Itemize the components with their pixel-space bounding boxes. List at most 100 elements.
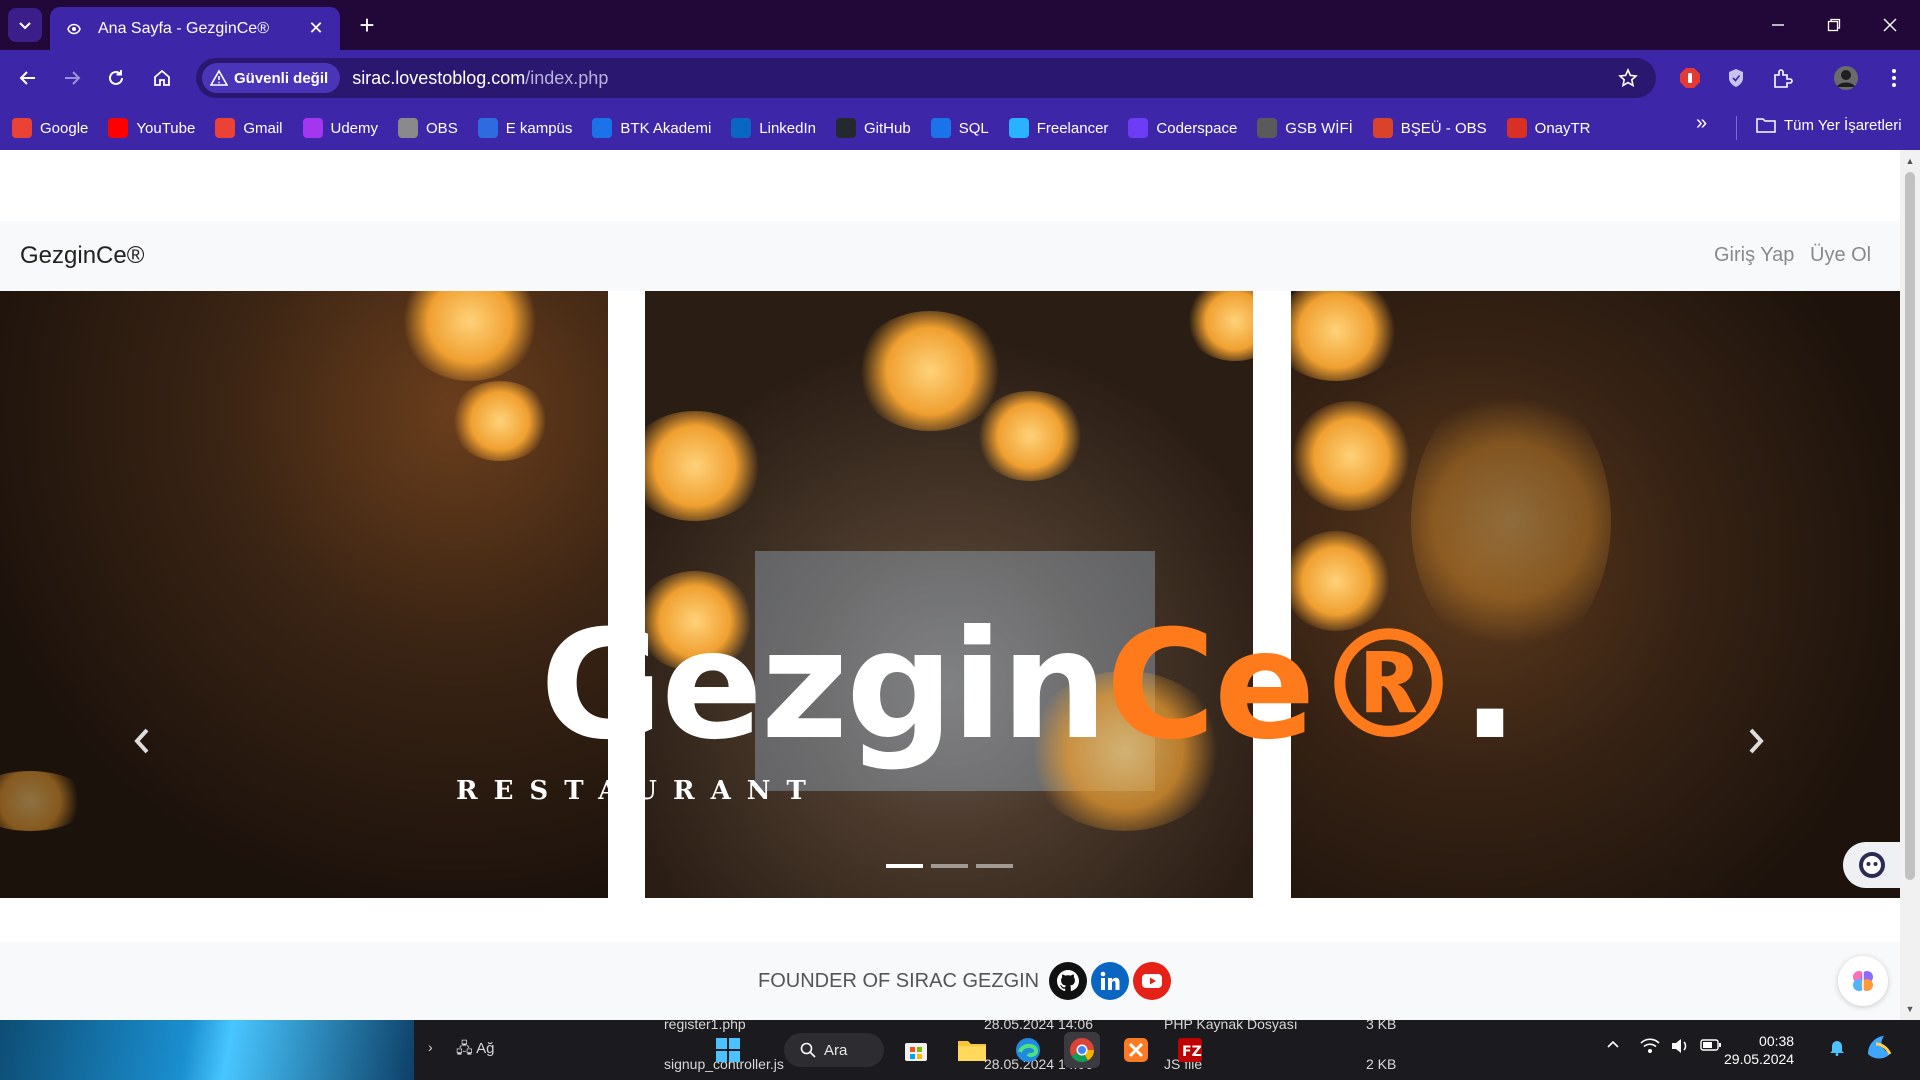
shield-extension-icon[interactable] <box>1722 64 1750 92</box>
bookmark-ekampus[interactable]: E kampüs <box>477 118 573 138</box>
freelancer-icon <box>1008 118 1029 138</box>
youtube-icon[interactable] <box>1133 962 1172 1000</box>
battery-icon[interactable] <box>1700 1038 1722 1056</box>
bookmark-gsb[interactable]: GSB WİFİ <box>1257 118 1353 138</box>
file-date-1: 28.05.2024 14:06 <box>984 1016 1093 1032</box>
bookmark-onaytr[interactable]: OnayTR <box>1506 118 1591 138</box>
xampp-icon[interactable] <box>1118 1032 1154 1068</box>
bookmark-label: E kampüs <box>505 119 573 137</box>
linkedin-icon[interactable] <box>1091 962 1130 1000</box>
filezilla-icon[interactable]: FZ <box>1172 1032 1208 1068</box>
chevron-left-icon <box>134 728 149 754</box>
bookmark-label: Udemy <box>330 119 379 137</box>
bookmark-label: BŞEÜ - OBS <box>1400 119 1487 137</box>
file-explorer-icon[interactable] <box>954 1032 990 1068</box>
url-path: /index.php <box>525 67 609 88</box>
tray-chevron-icon[interactable] <box>1606 1038 1620 1056</box>
bookmark-linkedin[interactable]: LinkedIn <box>731 118 816 138</box>
github-icon[interactable] <box>1049 962 1088 1000</box>
signup-link[interactable]: Üye Ol <box>1810 244 1871 267</box>
security-chip[interactable]: Güvenli değil <box>202 63 341 93</box>
bookmark-youtube[interactable]: YouTube <box>108 118 195 138</box>
forward-button[interactable] <box>54 60 90 96</box>
more-bookmarks-icon[interactable]: » <box>1696 112 1707 135</box>
close-tab-icon[interactable]: ✕ <box>306 18 326 39</box>
bookmark-label: Gmail <box>243 119 283 137</box>
extensions-puzzle-icon[interactable] <box>1768 64 1796 92</box>
carousel-next-button[interactable] <box>1736 721 1776 761</box>
scroll-up-icon[interactable]: ▲ <box>1905 156 1915 166</box>
menu-kebab-icon[interactable] <box>1880 64 1908 92</box>
hero-subtitle: RESTAURANT <box>456 776 822 806</box>
url-host: sirac.lovestoblog.com <box>352 67 526 88</box>
chat-assistant-button[interactable] <box>1843 842 1901 888</box>
bot-icon <box>1859 852 1885 878</box>
bookmark-sql[interactable]: SQL <box>930 118 989 138</box>
store-icon[interactable] <box>898 1032 934 1068</box>
login-link[interactable]: Giriş Yap <box>1714 244 1794 267</box>
site-navbar: GezginCe® Giriş Yap Üye Ol <box>0 221 1900 291</box>
scroll-down-icon[interactable]: ▼ <box>1905 1004 1915 1014</box>
bookmark-label: Coderspace <box>1156 119 1238 137</box>
site-brand[interactable]: GezginCe® <box>20 242 144 270</box>
carousel-indicator[interactable] <box>931 864 968 868</box>
address-bar[interactable]: Güvenli değil sirac.lovestoblog.com/inde… <box>196 58 1656 98</box>
arrow-left-icon <box>19 71 35 85</box>
start-button[interactable] <box>710 1032 746 1068</box>
youtube-icon <box>108 118 129 138</box>
browser-toolbar: Güvenli değil sirac.lovestoblog.com/inde… <box>0 50 1920 106</box>
system-clock[interactable]: 00:38 29.05.2024 <box>1724 1032 1794 1068</box>
restore-button[interactable] <box>1814 8 1854 42</box>
bookmark-github[interactable]: GitHub <box>836 118 911 138</box>
bookmark-btk[interactable]: BTK Akademi <box>592 118 711 138</box>
folder-icon <box>1756 118 1776 133</box>
new-tab-button[interactable]: + <box>352 10 382 40</box>
brain-icon <box>1853 971 1873 991</box>
bookmark-bseu[interactable]: BŞEÜ - OBS <box>1372 118 1487 138</box>
windows-taskbar: › 🖧 Ağ register1.php 28.05.2024 14:06 PH… <box>0 1016 1920 1080</box>
bookmark-coderspace[interactable]: Coderspace <box>1128 118 1237 138</box>
home-button[interactable] <box>144 60 180 96</box>
close-window-button[interactable] <box>1870 8 1910 42</box>
notification-bell-icon[interactable] <box>1828 1038 1846 1060</box>
bookmark-google[interactable]: Google <box>12 118 88 138</box>
tab-search-button[interactable] <box>8 8 42 42</box>
adblock-extension-icon[interactable] <box>1676 64 1704 92</box>
active-tab[interactable]: Ana Sayfa - GezginCe® ✕ <box>50 7 340 50</box>
warning-icon <box>210 69 228 86</box>
copilot-icon[interactable] <box>1864 1032 1894 1066</box>
url-text[interactable]: sirac.lovestoblog.com/index.php <box>352 68 608 89</box>
udemy-icon <box>302 118 323 138</box>
linkedin-icon <box>731 118 752 138</box>
reload-button[interactable] <box>98 60 134 96</box>
minimize-button[interactable] <box>1758 8 1798 42</box>
site-favicon-icon <box>64 19 84 39</box>
chrome-icon[interactable] <box>1064 1032 1100 1068</box>
ai-brain-button[interactable] <box>1838 956 1888 1006</box>
carousel-prev-button[interactable] <box>122 721 162 761</box>
file-name-1[interactable]: register1.php <box>664 1016 746 1032</box>
back-button[interactable] <box>10 60 46 96</box>
bookmark-freelancer[interactable]: Freelancer <box>1008 118 1108 138</box>
bookmark-star-icon[interactable] <box>1614 64 1642 92</box>
bookmark-globe[interactable]: OBS <box>398 118 458 138</box>
all-bookmarks-label: Tüm Yer İşaretleri <box>1784 116 1902 134</box>
bookmark-label: GSB WİFİ <box>1285 119 1353 137</box>
carousel-image-right <box>1291 291 1900 898</box>
all-bookmarks-button[interactable]: Tüm Yer İşaretleri <box>1756 116 1902 134</box>
network-node[interactable]: 🖧 Ağ <box>456 1038 494 1063</box>
bookmark-udemy[interactable]: Udemy <box>302 118 379 138</box>
carousel-indicator[interactable] <box>976 864 1013 868</box>
bookmark-gmail[interactable]: Gmail <box>215 118 283 138</box>
volume-icon[interactable] <box>1670 1038 1690 1058</box>
expand-chevron-icon[interactable]: › <box>428 1039 433 1055</box>
carousel-indicator[interactable] <box>886 864 923 868</box>
scroll-thumb[interactable] <box>1905 172 1915 880</box>
profile-avatar[interactable] <box>1832 64 1860 92</box>
page-scrollbar[interactable]: ▲ ▼ <box>1900 150 1920 1020</box>
edge-icon[interactable] <box>1010 1032 1046 1068</box>
bookmark-label: GitHub <box>864 119 911 137</box>
wifi-icon[interactable] <box>1640 1038 1660 1058</box>
bookmark-label: OBS <box>426 119 458 137</box>
taskbar-search[interactable]: Ara <box>784 1033 884 1067</box>
